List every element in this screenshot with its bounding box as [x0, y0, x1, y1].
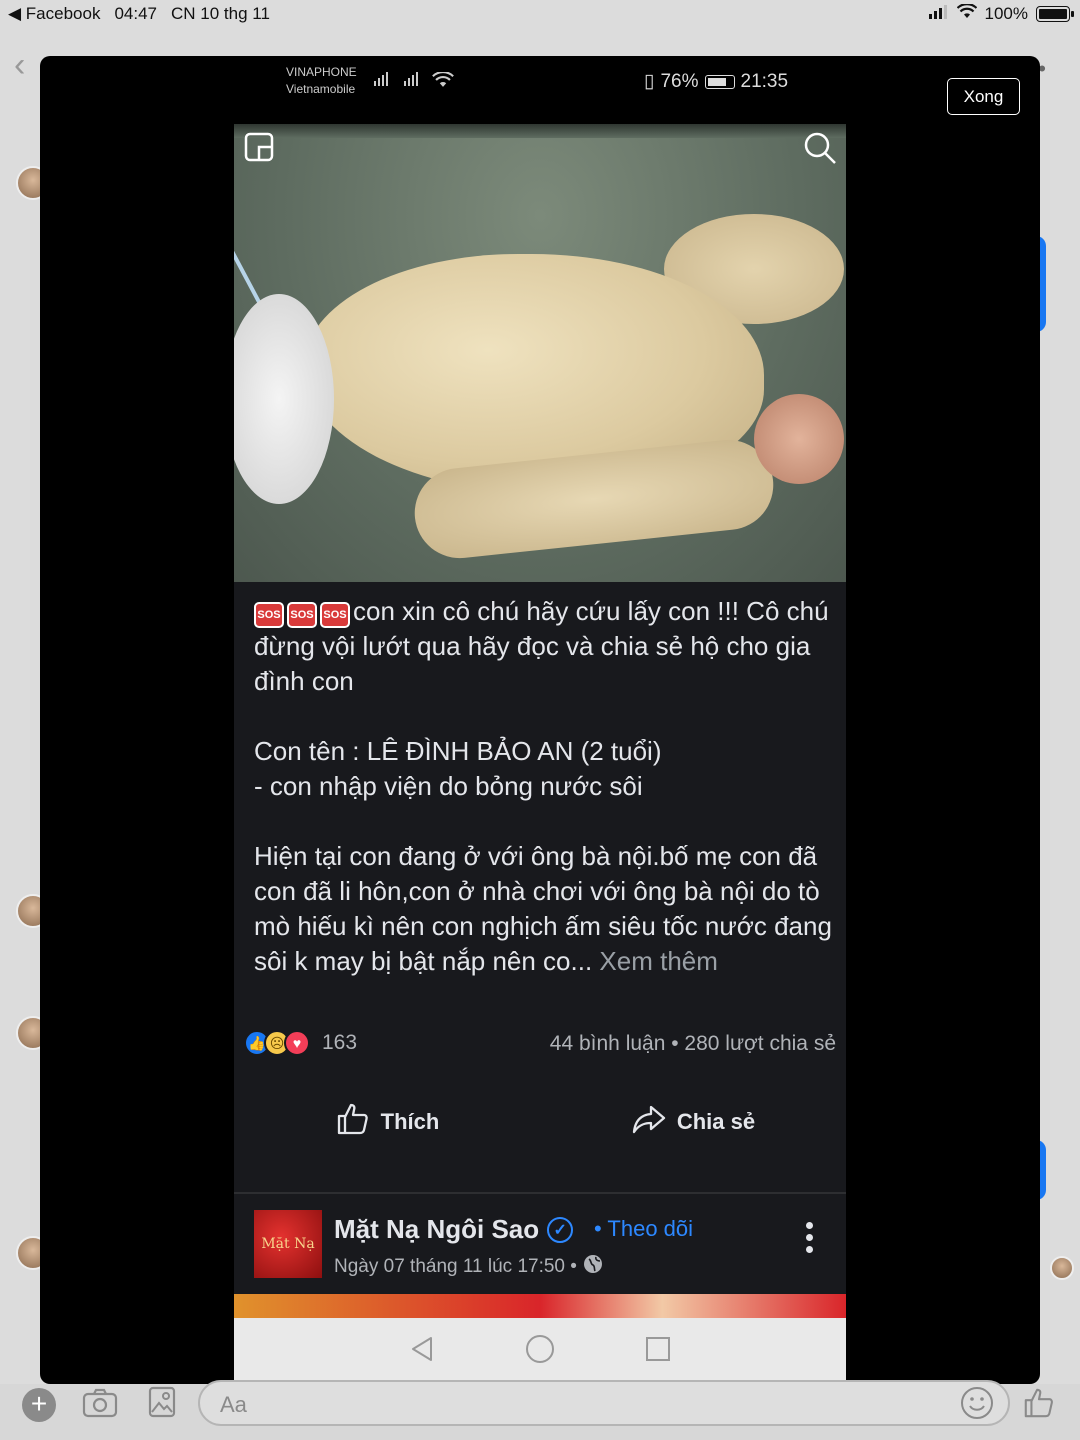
plus-icon[interactable]: +	[22, 1388, 56, 1422]
comment-share-stats[interactable]: 44 bình luận • 280 lượt chia sẻ	[550, 1032, 836, 1056]
post-text: SOS SOS SOS con xin cô chú hãy cứu lấy con …	[254, 596, 832, 976]
message-composer: + Aa	[0, 1380, 1080, 1440]
page-avatar[interactable]: Mặt Nạ	[254, 1210, 322, 1278]
android-navigation-bar	[234, 1318, 846, 1384]
reaction-count: 163	[322, 1031, 358, 1054]
share-arrow-icon	[631, 1101, 667, 1143]
globe-icon	[583, 1254, 603, 1280]
post-more-options-icon[interactable]	[806, 1222, 814, 1253]
share-button[interactable]: Chia sẻ	[540, 1092, 846, 1152]
sos-emoji: SOS	[320, 602, 350, 628]
post-actions: Thích Chia sẻ	[234, 1092, 846, 1152]
nav-recents-icon[interactable]	[645, 1336, 671, 1367]
camera-icon[interactable]	[82, 1386, 118, 1425]
back-to-app-link[interactable]: ◀ Facebook	[8, 4, 100, 24]
love-reaction-icon: ♥	[284, 1030, 310, 1056]
sos-emoji: SOS	[254, 602, 284, 628]
next-post-image	[234, 1294, 846, 1318]
shared-screenshot: VINAPHONE Vietnamobile ▯ 76% 21:35 SOS S…	[234, 56, 846, 1384]
battery-icon	[1036, 6, 1074, 22]
cellular-signal-icon	[928, 4, 949, 24]
android-battery-percent: 76%	[660, 70, 699, 92]
android-battery-icon	[704, 74, 735, 89]
reactions-summary[interactable]: 👍 ☹ ♥ 163	[244, 1030, 357, 1056]
see-more-link[interactable]: Xem thêm	[592, 946, 718, 976]
avatar	[1050, 1256, 1074, 1280]
android-status-bar: VINAPHONE Vietnamobile ▯ 76% 21:35	[234, 56, 846, 104]
back-chevron-icon[interactable]: ‹	[14, 46, 25, 85]
next-post-header: Mặt Nạ Mặt Nạ Ngôi Sao ✓ • Theo dõi Ngày…	[234, 1194, 846, 1294]
message-input[interactable]: Aa	[198, 1380, 1010, 1426]
post-date: Ngày 07 tháng 11 lúc 17:50 •	[334, 1254, 603, 1280]
thumbs-up-send-icon[interactable]	[1022, 1386, 1056, 1425]
nav-back-icon[interactable]	[409, 1335, 435, 1368]
picture-in-picture-icon[interactable]	[244, 132, 274, 167]
search-icon[interactable]	[802, 130, 838, 171]
thumbs-up-icon	[335, 1101, 371, 1143]
vibrate-icon: ▯	[644, 71, 655, 92]
carrier-names: VINAPHONE Vietnamobile	[286, 65, 357, 96]
post-photo[interactable]	[234, 124, 846, 582]
verified-badge-icon: ✓	[547, 1216, 574, 1243]
page-name[interactable]: Mặt Nạ Ngôi Sao ✓	[334, 1214, 574, 1245]
like-button[interactable]: Thích	[234, 1092, 540, 1152]
emoji-icon[interactable]	[960, 1386, 994, 1425]
sos-emoji: SOS	[287, 602, 317, 628]
wifi-icon	[956, 3, 977, 24]
ios-status-bar: ◀ Facebook 04:47 CN 10 thg 11 100%	[0, 0, 1080, 30]
battery-percent: 100%	[984, 4, 1028, 23]
android-time: 21:35	[740, 70, 789, 92]
gallery-icon[interactable]	[148, 1386, 176, 1423]
done-button[interactable]: Xong	[947, 78, 1020, 115]
follow-link[interactable]: • Theo dõi	[594, 1216, 693, 1242]
status-time: 04:47	[114, 4, 158, 23]
nav-home-icon[interactable]	[525, 1334, 555, 1369]
image-viewer: Xong VINAPHONE Vietnamobile ▯ 76% 21:35	[40, 56, 1040, 1384]
android-signal-icon	[372, 72, 454, 88]
post-body: SOS SOS SOS con xin cô chú hãy cứu lấy con …	[234, 582, 846, 1192]
status-date: CN 10 thg 11	[171, 4, 270, 23]
